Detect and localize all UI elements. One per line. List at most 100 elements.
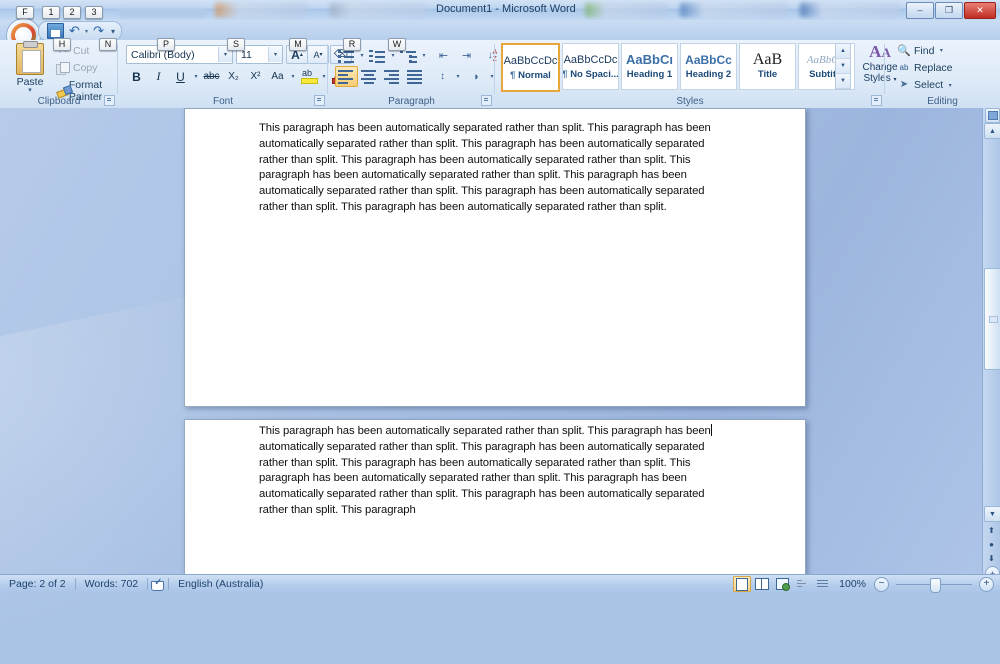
decrease-indent-button[interactable]: ⇤: [432, 45, 455, 66]
background-window-item: [680, 3, 788, 17]
page-indicator[interactable]: Page: 2 of 2: [0, 578, 75, 590]
underline-button[interactable]: U: [170, 66, 191, 87]
superscript-button[interactable]: X²: [245, 66, 266, 87]
find-button[interactable]: 🔍 Find ▾: [897, 44, 954, 58]
web-layout-view-button[interactable]: [773, 576, 791, 592]
paste-button[interactable]: Paste ▾: [8, 41, 52, 94]
select-browse-object-icon[interactable]: ●: [986, 538, 997, 550]
previous-page-icon[interactable]: ⬆: [986, 524, 997, 536]
scroll-up-button[interactable]: ▲: [984, 123, 1000, 139]
clipboard-dialog-launcher[interactable]: [104, 95, 115, 106]
close-button[interactable]: ✕: [964, 2, 996, 19]
outline-view-button[interactable]: [793, 576, 811, 592]
zoom-out-button[interactable]: −: [874, 576, 889, 592]
highlight-icon: ab: [300, 68, 318, 85]
split-window-icon[interactable]: [985, 108, 1000, 123]
customize-quick-access-toolbar-icon[interactable]: ▾: [111, 27, 115, 36]
numbering-dropdown-icon[interactable]: ▾: [389, 52, 397, 59]
scroll-down-button[interactable]: ▼: [984, 506, 1000, 522]
style-preview: AaBbCı: [626, 51, 673, 67]
styles-dialog-launcher[interactable]: [871, 95, 882, 106]
style-name: ¶ Normal: [510, 69, 551, 81]
select-dropdown-icon[interactable]: ▾: [946, 82, 954, 89]
shrink-font-button[interactable]: A ▾: [307, 45, 329, 64]
italic-button[interactable]: I: [148, 66, 169, 87]
language-indicator[interactable]: English (Australia): [169, 578, 272, 590]
restore-button[interactable]: ❐: [935, 2, 963, 19]
window-title: Document1 - Microsoft Word: [436, 3, 576, 15]
styles-scroll-down-icon[interactable]: ▼: [836, 59, 850, 74]
increase-indent-button[interactable]: ⇥: [455, 45, 478, 66]
align-center-icon: [361, 70, 378, 84]
font-dialog-launcher[interactable]: [314, 95, 325, 106]
next-page-icon[interactable]: ⬇: [986, 552, 997, 564]
paste-dropdown-icon[interactable]: ▾: [8, 87, 52, 94]
multilevel-dropdown-icon[interactable]: ▾: [420, 52, 428, 59]
zoom-level[interactable]: 100%: [833, 578, 872, 590]
replace-icon: ab: [899, 63, 909, 72]
style-no-spacing[interactable]: AaBbCcDc ¶ No Spaci...: [562, 43, 619, 90]
style-heading-1[interactable]: AaBbCı Heading 1: [621, 43, 678, 90]
styles-scroll-up-icon[interactable]: ▲: [836, 44, 850, 59]
change-case-dropdown-icon[interactable]: ▾: [289, 73, 297, 80]
scrollbar-thumb[interactable]: [984, 268, 1000, 370]
proofing-errors-icon: [151, 577, 165, 591]
align-center-button[interactable]: [358, 66, 381, 87]
document-page-1[interactable]: This paragraph has been automatically se…: [184, 108, 806, 407]
styles-more-icon[interactable]: ▼: [836, 74, 850, 89]
minimize-button[interactable]: –: [906, 2, 934, 19]
style-normal[interactable]: AaBbCcDc ¶ Normal: [501, 43, 560, 92]
vertical-scrollbar[interactable]: ▲ ▼ ⬆ ● ⬇ +: [982, 108, 1000, 581]
align-right-icon: [384, 70, 401, 84]
web-layout-icon: [775, 578, 790, 591]
justify-button[interactable]: [404, 66, 427, 87]
zoom-slider-thumb[interactable]: [930, 577, 941, 593]
underline-dropdown-icon[interactable]: ▾: [192, 73, 200, 80]
print-layout-view-button[interactable]: [733, 576, 752, 592]
shading-button[interactable]: ◗: [465, 66, 488, 87]
change-case-button[interactable]: Aa: [267, 66, 288, 87]
line-spacing-dropdown-icon[interactable]: ▾: [454, 73, 462, 80]
clipboard-group-label: Clipboard: [37, 96, 81, 107]
background-window-item: [330, 3, 426, 17]
proofing-status-button[interactable]: [148, 577, 168, 591]
word-count[interactable]: Words: 702: [76, 578, 148, 590]
strikethrough-button[interactable]: abc: [201, 66, 222, 87]
find-dropdown-icon[interactable]: ▾: [937, 47, 945, 54]
document-canvas[interactable]: This paragraph has been automatically se…: [0, 108, 1000, 575]
background-window-item: [120, 3, 206, 17]
print-layout-icon: [736, 577, 749, 591]
undo-dropdown-icon[interactable]: ▾: [85, 28, 88, 35]
font-name-input[interactable]: Calibri (Body) ▾: [126, 45, 233, 64]
font-size-dropdown-icon[interactable]: ▾: [268, 47, 282, 62]
line-spacing-button[interactable]: ↕: [431, 66, 454, 87]
status-bar-right: 100% − +: [733, 576, 1000, 593]
zoom-slider[interactable]: [896, 577, 972, 593]
text-highlight-color-button[interactable]: ab: [298, 66, 319, 87]
replace-button[interactable]: ab Replace: [897, 62, 954, 74]
align-left-icon: [338, 70, 355, 84]
align-right-button[interactable]: [381, 66, 404, 87]
style-title[interactable]: AaB Title: [739, 43, 796, 90]
draft-view-button[interactable]: [813, 576, 831, 592]
align-left-button[interactable]: [335, 66, 358, 87]
style-heading-2[interactable]: AaBbCc Heading 2: [680, 43, 737, 90]
bold-button[interactable]: B: [126, 66, 147, 87]
background-window-item: [215, 3, 307, 17]
paragraph-dialog-launcher[interactable]: [481, 95, 492, 106]
copy-button[interactable]: Copy: [56, 62, 118, 75]
full-screen-reading-view-button[interactable]: [753, 576, 771, 592]
bullets-dropdown-icon[interactable]: ▾: [358, 52, 366, 59]
keytip-tab-view: W: [388, 38, 406, 51]
page-1-paragraph[interactable]: This paragraph has been automatically se…: [259, 121, 725, 216]
save-icon[interactable]: [47, 23, 64, 39]
numbering-button[interactable]: [366, 45, 389, 66]
redo-icon[interactable]: ↷: [91, 24, 106, 38]
select-button[interactable]: ➤ Select ▾: [897, 79, 954, 91]
subscript-button[interactable]: X₂: [223, 66, 244, 87]
zoom-in-button[interactable]: +: [979, 576, 994, 592]
document-page-2[interactable]: This paragraph has been automatically se…: [184, 419, 806, 575]
page-2-paragraph[interactable]: This paragraph has been automatically se…: [259, 424, 725, 519]
undo-icon[interactable]: ↶: [67, 24, 82, 38]
keytip-tab-review: R: [343, 38, 361, 51]
